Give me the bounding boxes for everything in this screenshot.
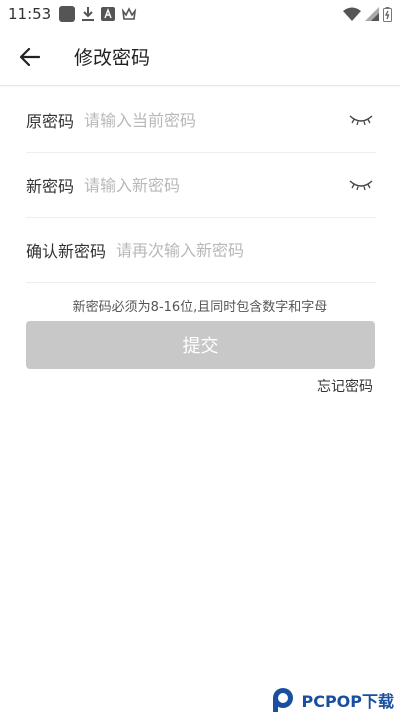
battery-icon bbox=[383, 6, 392, 22]
old-password-input[interactable] bbox=[84, 110, 348, 130]
eye-closed-icon[interactable] bbox=[348, 175, 374, 195]
signal-icon bbox=[365, 7, 379, 21]
password-rule-hint: 新密码必须为8-16位,且同时包含数字和字母 bbox=[72, 300, 328, 315]
watermark-logo: PCPOP下载 bbox=[269, 686, 394, 714]
old-password-label: 原密码 bbox=[26, 112, 75, 131]
a-box-icon bbox=[101, 7, 116, 21]
submit-button[interactable]: 提交 bbox=[26, 321, 375, 369]
back-button[interactable] bbox=[8, 35, 52, 79]
arrow-left-icon bbox=[20, 47, 40, 66]
new-password-row: 新密码 bbox=[26, 153, 376, 218]
app-bar: 修改密码 bbox=[0, 28, 400, 86]
confirm-password-input[interactable] bbox=[116, 240, 376, 260]
watermark-text: PCPOP下载 bbox=[301, 692, 394, 711]
page-title: 修改密码 bbox=[74, 47, 151, 69]
new-password-label: 新密码 bbox=[26, 177, 75, 196]
status-time: 11:53 bbox=[8, 5, 52, 23]
status-icons-right bbox=[343, 6, 392, 22]
app-square-icon bbox=[59, 6, 76, 22]
eye-closed-icon[interactable] bbox=[348, 110, 374, 130]
confirm-password-row: 确认新密码 bbox=[26, 218, 376, 283]
change-password-form: 原密码 新密码 确认新密码 bbox=[26, 88, 376, 283]
forgot-password-link[interactable]: 忘记密码 bbox=[317, 376, 373, 396]
new-password-input[interactable] bbox=[84, 175, 348, 195]
old-password-row: 原密码 bbox=[26, 88, 376, 153]
pcpop-logo-icon bbox=[273, 688, 294, 712]
status-icons-left bbox=[59, 6, 137, 22]
status-bar: 11:53 bbox=[0, 0, 400, 28]
download-icon bbox=[82, 7, 95, 21]
confirm-password-label: 确认新密码 bbox=[26, 242, 107, 261]
crown-icon bbox=[122, 7, 137, 20]
wifi-icon bbox=[343, 7, 361, 21]
